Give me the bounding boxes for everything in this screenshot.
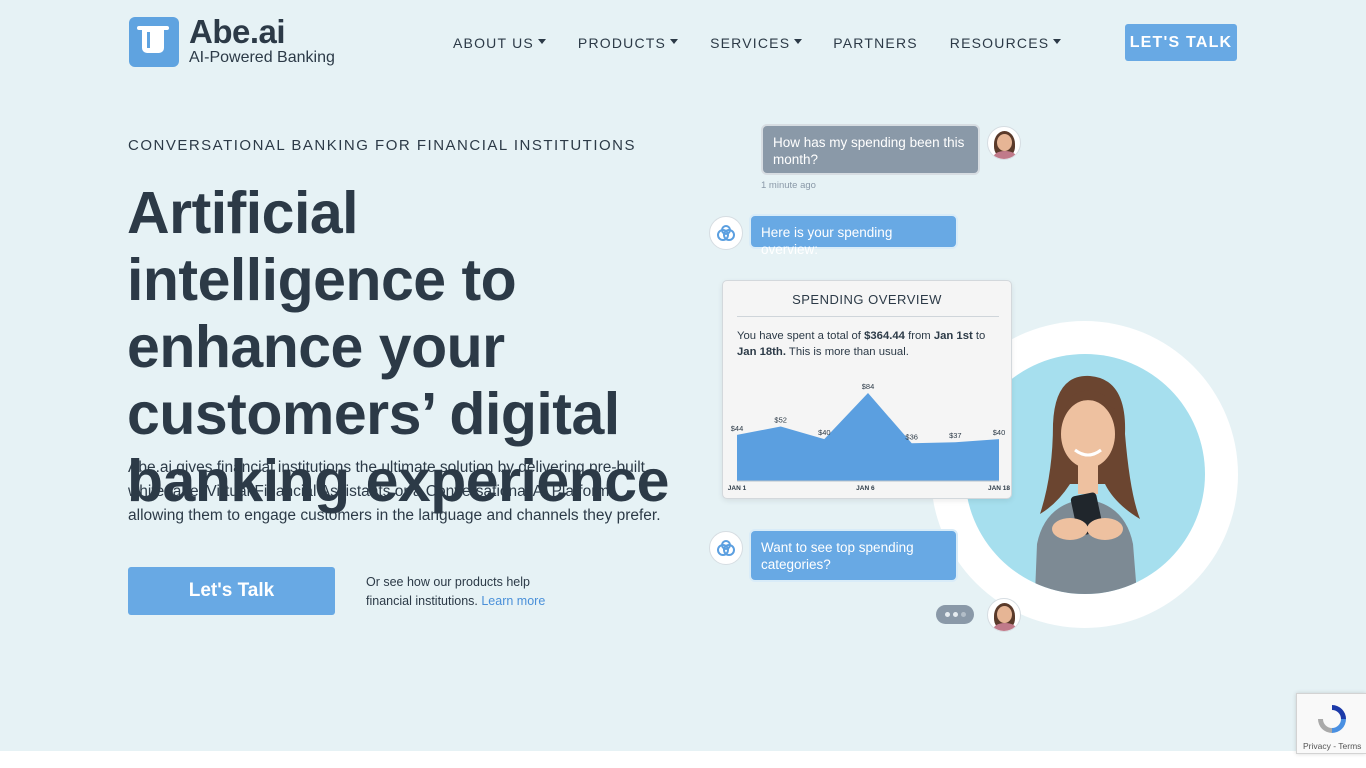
data-label: $40 [993, 428, 1006, 437]
recaptcha-icon [1318, 705, 1346, 733]
learn-more-link[interactable]: Learn more [481, 594, 545, 608]
bot-message-bubble: Here is your spending overview: [749, 214, 958, 257]
nav-services[interactable]: SERVICES [710, 34, 803, 52]
bot-avatar-icon [709, 531, 743, 565]
typing-indicator [936, 605, 974, 624]
spending-card-title: SPENDING OVERVIEW [792, 292, 942, 307]
recaptcha-links[interactable]: Privacy - Terms [1303, 741, 1361, 751]
data-label: $36 [905, 432, 918, 441]
lets-talk-button[interactable]: Let's Talk [128, 567, 335, 615]
cta-note: Or see how our products help financial i… [366, 573, 566, 611]
x-tick-label: JAN 6 [856, 485, 875, 492]
caret-down-icon [794, 39, 803, 44]
summary-end-date: Jan 18th. [737, 346, 786, 358]
caret-down-icon [1053, 39, 1062, 44]
summary-prefix: You have spent a total of [737, 330, 865, 342]
spending-overview-card: SPENDING OVERVIEW You have spent a total… [722, 280, 1012, 499]
caret-down-icon [537, 39, 546, 44]
nav-products-label: PRODUCTS [577, 35, 667, 51]
x-tick-label: JAN 1 [728, 485, 747, 492]
card-divider [737, 316, 999, 317]
nav-resources-label: RESOURCES [949, 35, 1050, 51]
data-label: $84 [862, 382, 875, 391]
nav-services-label: SERVICES [710, 35, 791, 51]
summary-to: to [972, 330, 986, 342]
brand-tagline: AI-Powered Banking [189, 49, 335, 66]
data-label: $40 [818, 428, 831, 437]
user-avatar [987, 598, 1021, 632]
summary-suffix: This is more than usual. [785, 346, 909, 358]
message-timestamp: 1 minute ago [761, 180, 816, 191]
spending-summary: You have spent a total of $364.44 from J… [737, 328, 999, 360]
x-tick-label: JAN 18 [988, 485, 1010, 492]
data-label: $52 [774, 416, 787, 425]
nav-about-us-label: ABOUT US [453, 35, 534, 51]
bot-avatar-icon [709, 216, 743, 250]
brand-name: Abe.ai [189, 13, 286, 50]
user-message-bubble: How has my spending been this month? [761, 124, 980, 175]
nav-about-us[interactable]: ABOUT US [453, 34, 546, 52]
nav-partners-label: PARTNERS [833, 35, 918, 51]
brand-logo[interactable]: Abe.ai AI-Powered Banking [129, 13, 335, 68]
spending-area-chart: $44 $52 $40 $84 $36 $37 $40 JAN 1 JAN 6 JAN 18 [728, 382, 1011, 492]
hero-description: Abe.ai gives financial institutions the … [128, 459, 661, 524]
mug-icon [129, 17, 179, 67]
nav-products[interactable]: PRODUCTS [577, 34, 679, 52]
hero-section: Abe.ai AI-Powered Banking ABOUT US PRODU… [0, 0, 1366, 751]
nav-resources[interactable]: RESOURCES [949, 34, 1062, 52]
summary-from: from [904, 330, 934, 342]
summary-start-date: Jan 1st [933, 330, 973, 342]
nav-partners[interactable]: PARTNERS [833, 34, 918, 52]
data-label: $37 [949, 431, 962, 440]
header-lets-talk-button[interactable]: LET'S TALK [1125, 24, 1237, 61]
bot-followup-bubble: Want to see top spending categories? [749, 529, 958, 582]
recaptcha-badge[interactable]: Privacy - Terms [1296, 693, 1366, 754]
caret-down-icon [670, 39, 679, 44]
spending-total: $364.44 [864, 330, 905, 342]
main-nav: ABOUT US PRODUCTS SERVICES PARTNERS RESO… [453, 34, 1062, 52]
data-label: $44 [731, 424, 744, 433]
hero-eyebrow: CONVERSATIONAL BANKING FOR FINANCIAL INS… [128, 137, 636, 154]
user-avatar [987, 126, 1021, 160]
